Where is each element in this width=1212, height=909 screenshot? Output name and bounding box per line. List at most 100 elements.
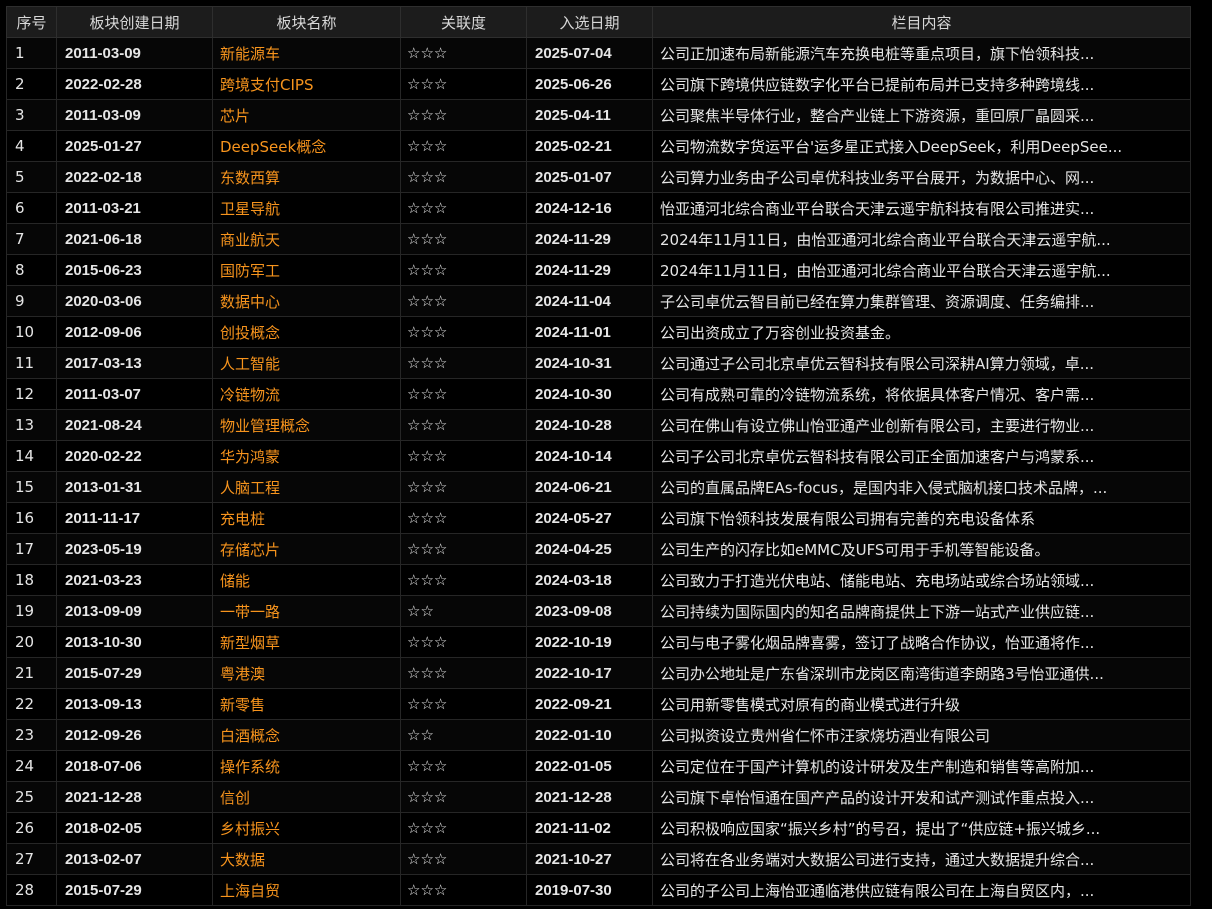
table-row[interactable]: 10 2012-09-06 创投概念 ☆☆☆ 2024-11-01 公司出资成立了万容创业… [6, 316, 1191, 348]
cell-sector-name[interactable]: DeepSeek概念 [212, 130, 401, 162]
table-row[interactable]: 9 2020-03-06 数据中心 ☆☆☆ 2024-11-04 子公司卓优云智目前已经在… [6, 285, 1191, 317]
cell-sector-name[interactable]: 人脑工程 [212, 471, 401, 503]
cell-index: 23 [6, 719, 57, 751]
cell-content: 公司旗下怡领科技发展有限公司拥有完善的充电设备体系 [652, 502, 1191, 534]
cell-sector-name[interactable]: 芯片 [212, 99, 401, 131]
table-header: 序号 板块创建日期 板块名称 关联度 入选日期 栏目内容 [6, 6, 1191, 38]
cell-create-date: 2022-02-28 [56, 68, 213, 100]
cell-select-date: 2023-09-08 [526, 595, 653, 627]
table-row[interactable]: 11 2017-03-13 人工智能 ☆☆☆ 2024-10-31 公司通过子公司北京卓优… [6, 347, 1191, 379]
cell-sector-name[interactable]: 商业航天 [212, 223, 401, 255]
cell-create-date: 2021-03-23 [56, 564, 213, 596]
table-row[interactable]: 27 2013-02-07 大数据 ☆☆☆ 2021-10-27 公司将在各业务端对大数据… [6, 843, 1191, 875]
table-row[interactable]: 25 2021-12-28 信创 ☆☆☆ 2021-12-28 公司旗下卓怡恒通在国产产品… [6, 781, 1191, 813]
cell-sector-name[interactable]: 国防军工 [212, 254, 401, 286]
header-select-date[interactable]: 入选日期 [526, 6, 653, 38]
cell-sector-name[interactable]: 新零售 [212, 688, 401, 720]
table-row[interactable]: 16 2011-11-17 充电桩 ☆☆☆ 2024-05-27 公司旗下怡领科技发展有限… [6, 502, 1191, 534]
cell-content: 公司出资成立了万容创业投资基金。 [652, 316, 1191, 348]
header-create-date[interactable]: 板块创建日期 [56, 6, 213, 38]
table-row[interactable]: 14 2020-02-22 华为鸿蒙 ☆☆☆ 2024-10-14 公司子公司北京卓优云智… [6, 440, 1191, 472]
cell-sector-name[interactable]: 跨境支付CIPS [212, 68, 401, 100]
header-index[interactable]: 序号 [6, 6, 57, 38]
table-row[interactable]: 1 2011-03-09 新能源车 ☆☆☆ 2025-07-04 公司正加速布局新能源汽车… [6, 37, 1191, 69]
header-content[interactable]: 栏目内容 [652, 6, 1191, 38]
cell-content: 公司拟资设立贵州省仁怀市汪家烧坊酒业有限公司 [652, 719, 1191, 751]
cell-content: 公司聚焦半导体行业，整合产业链上下游资源，重回原厂晶圆采... [652, 99, 1191, 131]
cell-sector-name[interactable]: 信创 [212, 781, 401, 813]
cell-sector-name[interactable]: 一带一路 [212, 595, 401, 627]
table-row[interactable]: 23 2012-09-26 白酒概念 ☆☆ 2022-01-10 公司拟资设立贵州省仁怀市… [6, 719, 1191, 751]
table-row[interactable]: 3 2011-03-09 芯片 ☆☆☆ 2025-04-11 公司聚焦半导体行业，整合产业… [6, 99, 1191, 131]
cell-index: 16 [6, 502, 57, 534]
cell-sector-name[interactable]: 东数西算 [212, 161, 401, 193]
cell-content: 公司的直属品牌EAs-focus，是国内非入侵式脑机接口技术品牌，... [652, 471, 1191, 503]
cell-content: 公司有成熟可靠的冷链物流系统，将依据具体客户情况、客户需... [652, 378, 1191, 410]
header-row: 序号 板块创建日期 板块名称 关联度 入选日期 栏目内容 [6, 6, 1191, 38]
table-row[interactable]: 5 2022-02-18 东数西算 ☆☆☆ 2025-01-07 公司算力业务由子公司卓优… [6, 161, 1191, 193]
cell-relevance: ☆☆ [400, 719, 527, 751]
cell-content: 公司在佛山有设立佛山怡亚通产业创新有限公司，主要进行物业... [652, 409, 1191, 441]
table-row[interactable]: 18 2021-03-23 储能 ☆☆☆ 2024-03-18 公司致力于打造光伏电站、储… [6, 564, 1191, 596]
table-row[interactable]: 8 2015-06-23 国防军工 ☆☆☆ 2024-11-29 2024年11月11日，… [6, 254, 1191, 286]
cell-sector-name[interactable]: 粤港澳 [212, 657, 401, 689]
cell-sector-name[interactable]: 上海自贸 [212, 874, 401, 906]
cell-sector-name[interactable]: 操作系统 [212, 750, 401, 782]
cell-select-date: 2024-10-14 [526, 440, 653, 472]
cell-index: 20 [6, 626, 57, 658]
cell-relevance: ☆☆☆ [400, 161, 527, 193]
cell-sector-name[interactable]: 白酒概念 [212, 719, 401, 751]
cell-relevance: ☆☆☆ [400, 99, 527, 131]
table-row[interactable]: 28 2015-07-29 上海自贸 ☆☆☆ 2019-07-30 公司的子公司上海怡亚通… [6, 874, 1191, 906]
cell-create-date: 2023-05-19 [56, 533, 213, 565]
cell-select-date: 2024-11-01 [526, 316, 653, 348]
cell-sector-name[interactable]: 创投概念 [212, 316, 401, 348]
table-row[interactable]: 24 2018-07-06 操作系统 ☆☆☆ 2022-01-05 公司定位在于国产计算机… [6, 750, 1191, 782]
table-row[interactable]: 12 2011-03-07 冷链物流 ☆☆☆ 2024-10-30 公司有成熟可靠的冷链物… [6, 378, 1191, 410]
table-row[interactable]: 6 2011-03-21 卫星导航 ☆☆☆ 2024-12-16 怡亚通河北综合商业平台联… [6, 192, 1191, 224]
cell-relevance: ☆☆☆ [400, 316, 527, 348]
cell-index: 21 [6, 657, 57, 689]
cell-relevance: ☆☆☆ [400, 409, 527, 441]
table-row[interactable]: 26 2018-02-05 乡村振兴 ☆☆☆ 2021-11-02 公司积极响应国家“振兴… [6, 812, 1191, 844]
table-row[interactable]: 7 2021-06-18 商业航天 ☆☆☆ 2024-11-29 2024年11月11日，… [6, 223, 1191, 255]
cell-index: 24 [6, 750, 57, 782]
cell-sector-name[interactable]: 储能 [212, 564, 401, 596]
table-row[interactable]: 19 2013-09-09 一带一路 ☆☆ 2023-09-08 公司持续为国际国内的知名… [6, 595, 1191, 627]
cell-index: 8 [6, 254, 57, 286]
cell-select-date: 2024-10-30 [526, 378, 653, 410]
header-sector-name[interactable]: 板块名称 [212, 6, 401, 38]
cell-sector-name[interactable]: 大数据 [212, 843, 401, 875]
cell-relevance: ☆☆☆ [400, 192, 527, 224]
table-row[interactable]: 15 2013-01-31 人脑工程 ☆☆☆ 2024-06-21 公司的直属品牌EAs-… [6, 471, 1191, 503]
cell-sector-name[interactable]: 华为鸿蒙 [212, 440, 401, 472]
cell-sector-name[interactable]: 新能源车 [212, 37, 401, 69]
cell-sector-name[interactable]: 冷链物流 [212, 378, 401, 410]
cell-sector-name[interactable]: 物业管理概念 [212, 409, 401, 441]
cell-sector-name[interactable]: 充电桩 [212, 502, 401, 534]
cell-index: 12 [6, 378, 57, 410]
table-row[interactable]: 21 2015-07-29 粤港澳 ☆☆☆ 2022-10-17 公司办公地址是广东省深圳… [6, 657, 1191, 689]
table-row[interactable]: 2 2022-02-28 跨境支付CIPS ☆☆☆ 2025-06-26 公司旗下跨境供应… [6, 68, 1191, 100]
cell-content: 公司致力于打造光伏电站、储能电站、充电场站或综合场站领域... [652, 564, 1191, 596]
cell-sector-name[interactable]: 人工智能 [212, 347, 401, 379]
table-row[interactable]: 4 2025-01-27 DeepSeek概念 ☆☆☆ 2025-02-21 公司物流数字… [6, 130, 1191, 162]
cell-select-date: 2021-12-28 [526, 781, 653, 813]
cell-select-date: 2025-06-26 [526, 68, 653, 100]
cell-sector-name[interactable]: 新型烟草 [212, 626, 401, 658]
table-row[interactable]: 22 2013-09-13 新零售 ☆☆☆ 2022-09-21 公司用新零售模式对原有的… [6, 688, 1191, 720]
cell-sector-name[interactable]: 卫星导航 [212, 192, 401, 224]
cell-relevance: ☆☆☆ [400, 440, 527, 472]
cell-select-date: 2022-10-17 [526, 657, 653, 689]
table-row[interactable]: 20 2013-10-30 新型烟草 ☆☆☆ 2022-10-19 公司与电子雾化烟品牌喜… [6, 626, 1191, 658]
header-relevance[interactable]: 关联度 [400, 6, 527, 38]
cell-select-date: 2021-11-02 [526, 812, 653, 844]
cell-select-date: 2022-09-21 [526, 688, 653, 720]
table-row[interactable]: 17 2023-05-19 存储芯片 ☆☆☆ 2024-04-25 公司生产的闪存比如eM… [6, 533, 1191, 565]
cell-sector-name[interactable]: 数据中心 [212, 285, 401, 317]
cell-sector-name[interactable]: 存储芯片 [212, 533, 401, 565]
cell-index: 6 [6, 192, 57, 224]
table-row[interactable]: 13 2021-08-24 物业管理概念 ☆☆☆ 2024-10-28 公司在佛山有设立佛… [6, 409, 1191, 441]
cell-sector-name[interactable]: 乡村振兴 [212, 812, 401, 844]
cell-index: 9 [6, 285, 57, 317]
